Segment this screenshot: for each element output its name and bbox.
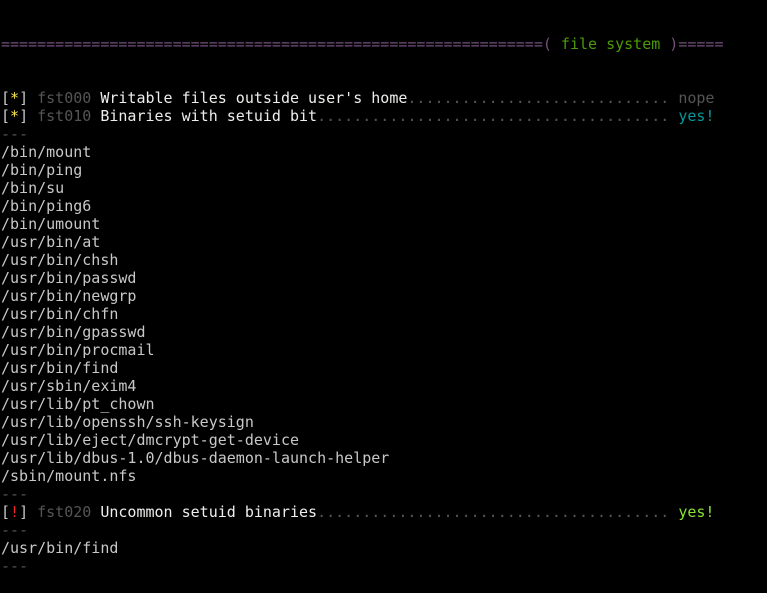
file-path: /usr/bin/chsh xyxy=(1,251,119,269)
section-header: ========================================… xyxy=(1,35,723,53)
file-path: /usr/bin/find xyxy=(1,359,119,377)
leader-dots: ....................................... xyxy=(317,503,679,521)
separator: --- xyxy=(1,125,29,143)
status-marker: * xyxy=(10,89,20,107)
file-path: /bin/mount xyxy=(1,143,92,161)
file-path: /bin/ping6 xyxy=(1,197,92,215)
header-rule: ===== xyxy=(678,35,724,53)
check-id: fst000 xyxy=(37,89,92,107)
status-marker: ! xyxy=(10,503,20,521)
check-line: [!] fst020 Uncommon setuid binaries.....… xyxy=(1,503,723,521)
status-marker: * xyxy=(10,107,20,125)
header-paren: ( xyxy=(542,35,561,53)
file-path: /usr/bin/chfn xyxy=(1,305,119,323)
file-path: /usr/bin/procmail xyxy=(1,341,155,359)
check-line: [*] fst000 Writable files outside user's… xyxy=(1,89,723,107)
check-id: fst020 xyxy=(37,503,92,521)
bracket: ] xyxy=(19,503,38,521)
bracket: [ xyxy=(1,503,11,521)
bracket: ] xyxy=(19,89,38,107)
bracket: [ xyxy=(1,89,11,107)
file-path: /usr/lib/pt_chown xyxy=(1,395,155,413)
file-path: /usr/lib/openssh/ssh-keysign xyxy=(1,413,254,431)
check-label: Binaries with setuid bit xyxy=(100,107,318,125)
bracket: ] xyxy=(19,107,38,125)
file-path: /bin/umount xyxy=(1,215,101,233)
check-id: fst010 xyxy=(37,107,92,125)
header-paren: ) xyxy=(660,35,679,53)
leader-dots: ....................................... xyxy=(317,107,679,125)
separator: --- xyxy=(1,557,29,575)
check-result: yes! xyxy=(678,503,715,521)
check-label: Writable files outside user's home xyxy=(100,89,408,107)
file-path: /usr/bin/find xyxy=(1,539,119,557)
separator: --- xyxy=(1,485,29,503)
check-result: nope xyxy=(678,89,715,107)
file-path: /usr/bin/gpasswd xyxy=(1,323,146,341)
file-path: /usr/bin/passwd xyxy=(1,269,137,287)
file-path: /usr/bin/at xyxy=(1,233,101,251)
file-path: /usr/sbin/exim4 xyxy=(1,377,137,395)
header-rule: ========================================… xyxy=(1,35,543,53)
file-path: /bin/ping xyxy=(1,161,83,179)
file-path: /usr/lib/eject/dmcrypt-get-device xyxy=(1,431,300,449)
check-label: Uncommon setuid binaries xyxy=(100,503,318,521)
check-line: [*] fst010 Binaries with setuid bit.....… xyxy=(1,107,723,125)
file-path: /usr/bin/newgrp xyxy=(1,287,137,305)
file-path: /bin/su xyxy=(1,179,65,197)
section-title: file system xyxy=(560,35,661,53)
check-result: yes! xyxy=(678,107,715,125)
bracket: [ xyxy=(1,107,11,125)
leader-dots: ............................. xyxy=(407,89,679,107)
file-path: /sbin/mount.nfs xyxy=(1,467,137,485)
terminal-output: ========================================… xyxy=(1,0,723,593)
file-path: /usr/lib/dbus-1.0/dbus-daemon-launch-hel… xyxy=(1,449,390,467)
separator: --- xyxy=(1,521,29,539)
